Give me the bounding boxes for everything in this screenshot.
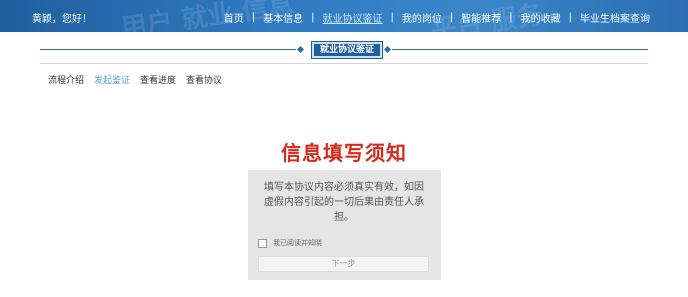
agree-label: 我已阅读并知晓 [273, 239, 322, 247]
notice-panel: 填写本协议内容必须真实有效，如因虚假内容引起的一切后果由责任人承担。 我已阅读并… [248, 170, 441, 280]
nav-item-home[interactable]: 首页 [224, 10, 244, 25]
section-title: 就业协议鉴证 [312, 42, 383, 58]
nav-separator: | [390, 12, 394, 23]
sub-nav: 流程介绍 发起鉴证 查看进度 查看协议 [48, 73, 232, 86]
tab-view-agreement[interactable]: 查看协议 [186, 73, 222, 86]
nav-item-basic-info[interactable]: 基本信息 [263, 10, 303, 25]
nav-separator: | [251, 12, 256, 23]
nav-separator: | [509, 12, 513, 23]
title-divider-left [40, 49, 296, 50]
main-nav: 首页 | 基本信息 | 就业协议鉴证 | 我的岗位 | 智能推荐 | 我的收藏 … [224, 10, 650, 25]
nav-separator: | [568, 12, 572, 23]
page-heading: 信息填写须知 [281, 141, 407, 165]
nav-item-graduate-archive[interactable]: 毕业生档案查询 [580, 10, 650, 25]
section-divider [40, 63, 648, 64]
agree-row: 我已阅读并知晓 [258, 238, 322, 248]
title-divider-right [392, 49, 648, 50]
title-diamond-right [383, 45, 392, 54]
section-title-bar: 就业协议鉴证 [40, 40, 648, 60]
tab-start-verification[interactable]: 发起鉴证 [94, 73, 130, 86]
nav-separator: | [311, 12, 315, 23]
next-step-button[interactable]: 下一步 [258, 256, 429, 272]
nav-item-my-favorites[interactable]: 我的收藏 [521, 10, 561, 25]
nav-item-agreement-verification[interactable]: 就业协议鉴证 [323, 10, 383, 25]
nav-item-my-positions[interactable]: 我的岗位 [402, 10, 442, 25]
nav-separator: | [449, 12, 454, 23]
top-header: 用户 就业 信息 平台 服务 黄颖，您好！ 首页 | 基本信息 | 就业协议鉴证… [0, 0, 688, 32]
nav-item-smart-recommend[interactable]: 智能推荐 [461, 10, 501, 25]
title-diamond-left [296, 45, 305, 54]
notice-text: 填写本协议内容必须真实有效，如因虚假内容引起的一切后果由责任人承担。 [264, 182, 424, 223]
tab-process-intro[interactable]: 流程介绍 [48, 73, 84, 86]
user-greeting: 黄颖，您好！ [32, 14, 92, 25]
agree-checkbox[interactable] [258, 238, 267, 248]
tab-view-progress[interactable]: 查看进度 [140, 73, 176, 86]
